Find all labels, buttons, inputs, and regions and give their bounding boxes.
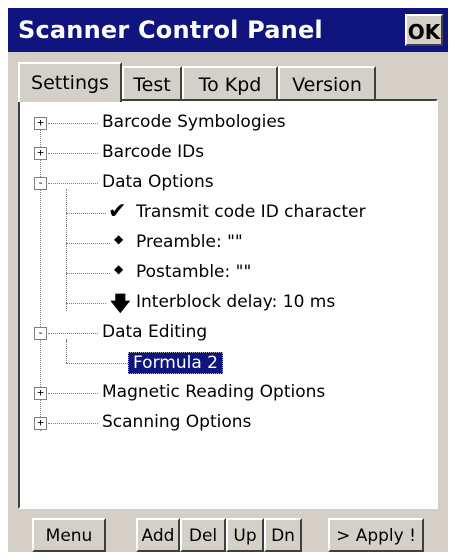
move-down-button[interactable]: Dn [264, 518, 302, 552]
tree-trunk-line [40, 121, 41, 431]
tree-item-interblock-delay[interactable]: Interblock delay: 10 ms [136, 292, 335, 312]
expand-icon[interactable]: + [34, 417, 47, 430]
tab-to-kpd[interactable]: To Kpd [182, 66, 278, 100]
move-up-button[interactable]: Up [226, 518, 264, 552]
expand-icon[interactable]: + [34, 387, 47, 400]
tree-item-transmit-code-id[interactable]: Transmit code ID character [136, 202, 366, 222]
tree-connector [66, 243, 110, 244]
tab-test[interactable]: Test [122, 66, 182, 100]
tree-connector [66, 213, 106, 214]
tree-connector [66, 363, 128, 364]
tree-item-formula-2[interactable]: Formula 2 [128, 352, 223, 374]
diamond-bullet-icon: ◆ [114, 262, 124, 276]
window-title: Scanner Control Panel [18, 16, 323, 44]
collapse-icon[interactable]: - [34, 177, 47, 190]
tree-item-barcode-ids[interactable]: Barcode IDs [102, 142, 204, 162]
menu-button[interactable]: Menu [32, 518, 106, 552]
expand-icon[interactable]: + [34, 117, 47, 130]
tree-connector [48, 393, 98, 394]
add-button[interactable]: Add [136, 518, 180, 552]
tree-connector [66, 303, 106, 304]
tree-item-postamble[interactable]: Postamble: "" [136, 262, 251, 282]
tree-connector [66, 273, 110, 274]
tree-item-magnetic-reading-options[interactable]: Magnetic Reading Options [102, 382, 325, 402]
tree-connector [48, 423, 98, 424]
tree-item-preamble[interactable]: Preamble: "" [136, 232, 243, 252]
diamond-bullet-icon: ◆ [114, 232, 124, 246]
settings-tree-view[interactable]: + Barcode Symbologies + Barcode IDs - Da… [18, 99, 438, 509]
apply-button[interactable]: > Apply ! [328, 518, 424, 552]
tree-item-barcode-symbologies[interactable]: Barcode Symbologies [102, 112, 286, 132]
main-panel: Settings Test To Kpd Version + Barcode S… [8, 52, 448, 552]
tree-branch-line [66, 189, 67, 309]
tree-connector [48, 123, 98, 124]
down-arrow-icon: 🡇 [110, 291, 131, 315]
delete-button[interactable]: Del [180, 518, 226, 552]
scanner-control-panel-window: Scanner Control Panel OK Settings Test T… [0, 0, 455, 560]
expand-icon[interactable]: + [34, 147, 47, 160]
tree-connector [48, 153, 98, 154]
tree-item-data-options[interactable]: Data Options [102, 172, 214, 192]
tab-settings[interactable]: Settings [18, 62, 122, 102]
tree-item-data-editing[interactable]: Data Editing [102, 322, 207, 342]
collapse-icon[interactable]: - [34, 327, 47, 340]
checkmark-icon: ✔ [108, 199, 127, 224]
title-bar: Scanner Control Panel OK [8, 8, 448, 52]
ok-button[interactable]: OK [405, 14, 443, 46]
tree-item-scanning-options[interactable]: Scanning Options [102, 412, 251, 432]
tree-connector [48, 183, 98, 184]
tree-branch-line [66, 339, 67, 363]
tab-version[interactable]: Version [278, 66, 376, 100]
tree-connector [48, 333, 98, 334]
